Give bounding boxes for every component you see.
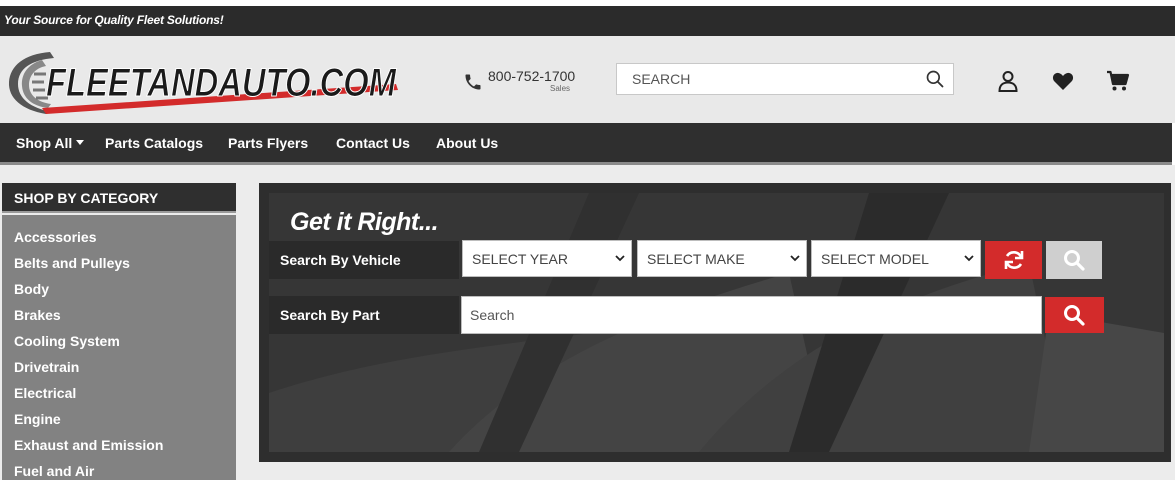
- category-item-belts-pulleys[interactable]: Belts and Pulleys: [14, 255, 130, 271]
- select-model-value: SELECT MODEL: [821, 251, 929, 267]
- category-item-fuel-air[interactable]: Fuel and Air: [14, 463, 94, 479]
- search-by-part-label: Search By Part: [280, 307, 380, 323]
- category-item-drivetrain[interactable]: Drivetrain: [14, 359, 79, 375]
- nav-about-us[interactable]: About Us: [436, 135, 498, 151]
- category-item-accessories[interactable]: Accessories: [14, 229, 97, 245]
- header: FLEETANDAUTO.COM 800-752-1700 Sales: [0, 36, 1175, 123]
- cart-icon[interactable]: [1106, 69, 1130, 93]
- category-title: SHOP BY CATEGORY: [14, 190, 159, 206]
- category-item-electrical[interactable]: Electrical: [14, 385, 76, 401]
- part-search-input[interactable]: [461, 296, 1042, 334]
- select-year[interactable]: SELECT YEAR: [462, 240, 632, 277]
- category-item-body[interactable]: Body: [14, 281, 49, 297]
- part-search-button[interactable]: [1045, 297, 1104, 333]
- tagline: Your Source for Quality Fleet Solutions!: [4, 13, 224, 27]
- category-item-brakes[interactable]: Brakes: [14, 307, 61, 323]
- logo-text: FLEETANDAUTO.COM: [46, 61, 397, 105]
- chevron-down-icon: [790, 255, 800, 262]
- main-nav: Shop All Parts Catalogs Parts Flyers Con…: [0, 123, 1172, 165]
- phone-number[interactable]: 800-752-1700: [488, 68, 575, 84]
- site-logo[interactable]: FLEETANDAUTO.COM: [6, 46, 401, 118]
- heart-icon[interactable]: [1051, 69, 1075, 93]
- chevron-down-icon: [964, 255, 974, 262]
- search-input[interactable]: [617, 64, 917, 94]
- search-icon: [1064, 305, 1085, 326]
- category-list: Accessories Belts and Pulleys Body Brake…: [2, 215, 236, 480]
- search-by-vehicle-label: Search By Vehicle: [280, 252, 401, 268]
- nav-parts-catalogs[interactable]: Parts Catalogs: [105, 135, 203, 151]
- search-icon[interactable]: [925, 69, 945, 89]
- hero-title: Get it Right...: [290, 208, 439, 236]
- vehicle-search-button[interactable]: [1046, 241, 1102, 279]
- nav-contact-us[interactable]: Contact Us: [336, 135, 410, 151]
- category-item-cooling-system[interactable]: Cooling System: [14, 333, 120, 349]
- select-year-value: SELECT YEAR: [472, 251, 568, 267]
- caret-down-icon: [76, 139, 85, 145]
- category-item-exhaust-emission[interactable]: Exhaust and Emission: [14, 437, 163, 453]
- site-search: [616, 63, 954, 95]
- nav-shop-all[interactable]: Shop All: [16, 135, 85, 151]
- select-make-value: SELECT MAKE: [647, 251, 745, 267]
- phone-icon: [465, 74, 481, 90]
- phone-label: Sales: [550, 84, 571, 93]
- category-header: SHOP BY CATEGORY: [2, 183, 236, 213]
- category-item-engine[interactable]: Engine: [14, 411, 61, 427]
- search-icon: [1064, 250, 1085, 271]
- user-icon[interactable]: [996, 69, 1020, 93]
- chevron-down-icon: [615, 255, 625, 262]
- nav-shop-all-label: Shop All: [16, 135, 73, 151]
- tagline-bar: Your Source for Quality Fleet Solutions!: [0, 6, 1175, 36]
- refresh-icon: [1004, 251, 1024, 269]
- select-make[interactable]: SELECT MAKE: [637, 240, 807, 277]
- select-model[interactable]: SELECT MODEL: [811, 240, 981, 277]
- reset-vehicle-button[interactable]: [985, 241, 1042, 279]
- nav-parts-flyers[interactable]: Parts Flyers: [228, 135, 308, 151]
